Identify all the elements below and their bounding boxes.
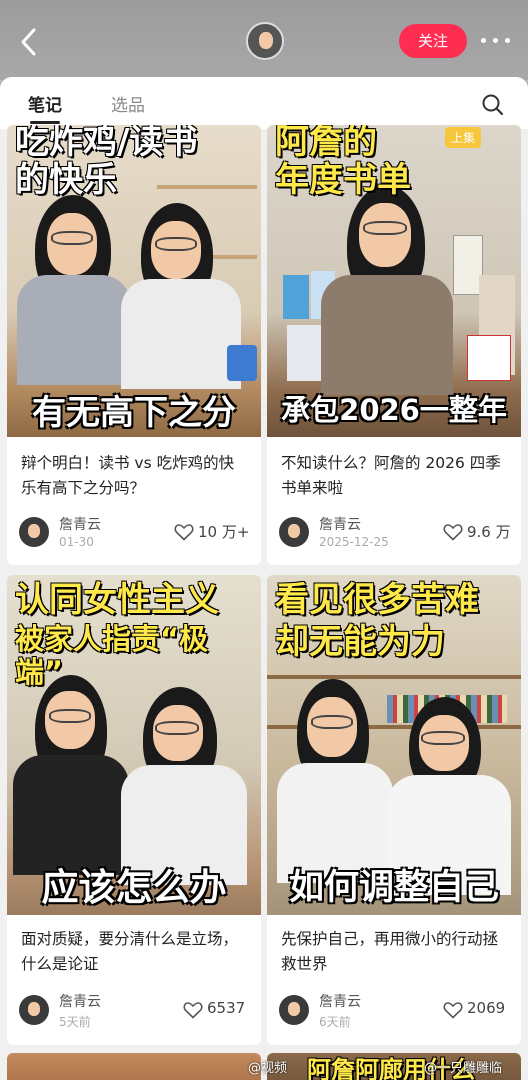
note-card[interactable]: 吃炸鸡/读书 的快乐 有无高下之分 辩个明白！读书 vs 吃炸鸡的快乐有高下之分… (7, 125, 261, 565)
tab-picks[interactable]: 选品 (111, 91, 145, 116)
thumbnail-headline: 阿詹的 (275, 125, 377, 162)
follow-button[interactable]: 关注 (399, 24, 467, 58)
note-card[interactable]: 认同女性主义 被家人指责“极端” 应该怎么办 面对质疑，要分清什么是立场，什么是… (7, 575, 261, 1045)
author-avatar[interactable] (19, 995, 49, 1025)
author-avatar[interactable] (279, 517, 309, 547)
post-date: 2025-12-25 (319, 535, 389, 549)
post-date: 01-30 (59, 535, 94, 549)
like-count: 6537 (207, 999, 246, 1017)
note-card[interactable] (7, 1053, 261, 1080)
thumbnail-headline: 认同女性主义 (15, 580, 219, 620)
thumbnail-headline: 看见很多苦难 (275, 580, 479, 620)
post-date: 5天前 (59, 1015, 91, 1029)
watermark-right: @一只雕雕临 (424, 1061, 503, 1076)
heart-icon[interactable] (183, 1001, 203, 1019)
like-count: 2069 (467, 999, 506, 1017)
tab-notes[interactable]: 笔记 (28, 91, 62, 116)
more-options-icon[interactable] (478, 30, 514, 50)
back-arrow-icon[interactable] (14, 24, 46, 60)
thumbnail-caption: 承包2026一整年 (281, 393, 507, 427)
note-thumbnail (7, 1053, 261, 1080)
note-title: 先保护自己，再用微小的行动拯救世界 (281, 930, 499, 973)
like-count: 10 万+ (198, 523, 250, 541)
search-icon[interactable] (481, 93, 505, 117)
thumbnail-headline-line2: 的快乐 (15, 160, 117, 200)
note-thumbnail: 吃炸鸡/读书 的快乐 有无高下之分 (7, 125, 261, 437)
author-name[interactable]: 詹青云 (59, 514, 101, 534)
active-tab-indicator (30, 121, 60, 124)
note-title: 辩个明白！读书 vs 吃炸鸡的快乐有高下之分吗？ (21, 454, 235, 497)
content-sheet: 笔记 选品 吃炸鸡/读书 的快乐 有无高下之分 辩个明白！读书 vs 吃炸鸡的快… (0, 77, 528, 1080)
note-title: 不知读什么？阿詹的 2026 四季书单来啦 (281, 454, 501, 497)
note-card[interactable]: 看见很多苦难 却无能为力 如何调整自己 先保护自己，再用微小的行动拯救世界 詹青… (267, 575, 521, 1045)
thumbnail-headline-line2: 年度书单 (275, 160, 411, 200)
heart-icon[interactable] (174, 523, 194, 541)
author-avatar[interactable] (279, 995, 309, 1025)
heart-icon[interactable] (443, 1001, 463, 1019)
thumbnail-caption: 如何调整自己 (288, 868, 499, 908)
like-count: 9.6 万 (467, 523, 511, 541)
thumbnail-headline-line2: 却无能为力 (275, 622, 445, 662)
thumbnail-caption: 有无高下之分 (32, 393, 236, 433)
top-bar: 关注 (0, 0, 528, 80)
note-thumbnail: 认同女性主义 被家人指责“极端” 应该怎么办 (7, 575, 261, 915)
thumbnail-caption: 应该怎么办 (41, 866, 227, 909)
author-name[interactable]: 詹青云 (319, 514, 361, 534)
watermark-left: @视频 (248, 1061, 288, 1076)
post-date: 6天前 (319, 1015, 351, 1029)
author-name[interactable]: 詹青云 (59, 991, 101, 1011)
thumbnail-headline: 吃炸鸡/读书 (15, 125, 198, 162)
note-card[interactable]: 上集 阿詹的 年度书单 承包2026一整年 不知读什么？阿詹的 2026 四季书… (267, 125, 521, 565)
note-title: 面对质疑，要分清什么是立场，什么是论证 (21, 930, 239, 973)
author-avatar[interactable] (19, 517, 49, 547)
note-thumbnail: 上集 阿詹的 年度书单 承包2026一整年 (267, 125, 521, 437)
profile-avatar[interactable] (246, 22, 284, 60)
tab-bar: 笔记 选品 (0, 77, 528, 129)
thumbnail-headline-line2: 被家人指责“极端” (15, 622, 209, 690)
note-thumbnail: 看见很多苦难 却无能为力 如何调整自己 (267, 575, 521, 915)
heart-icon[interactable] (443, 523, 463, 541)
author-name[interactable]: 詹青云 (319, 991, 361, 1011)
